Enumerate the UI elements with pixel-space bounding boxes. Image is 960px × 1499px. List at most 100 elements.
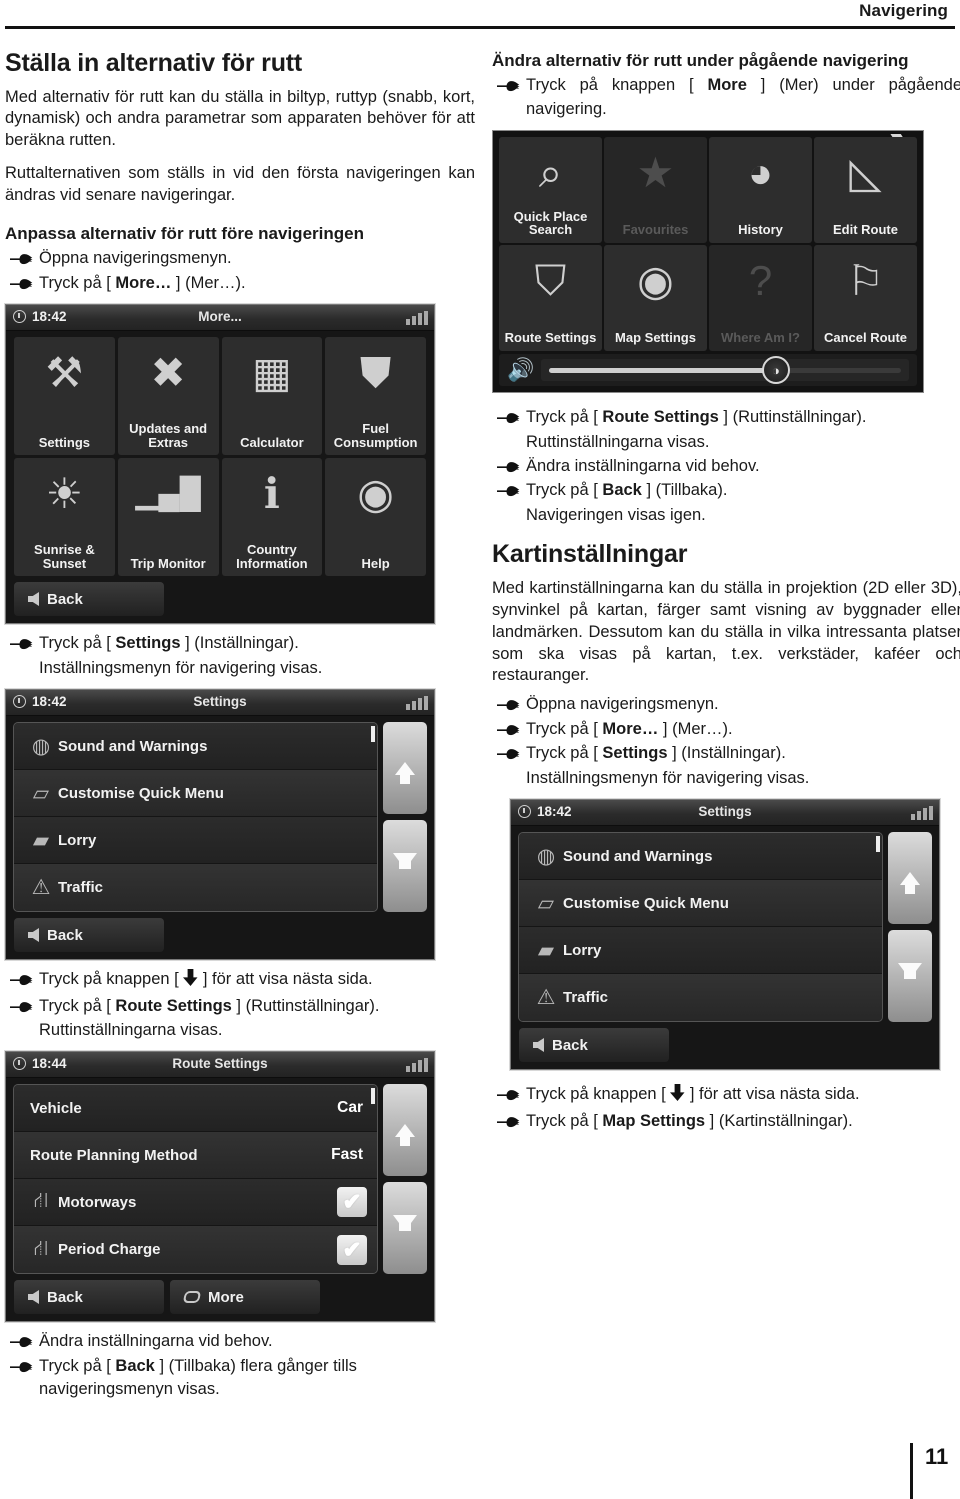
tile-map-settings[interactable]: ◉ Map Settings [604, 245, 707, 352]
step-press-more: Tryck på [ More… ] (Mer…). [5, 272, 475, 295]
list-item-route-planning-method[interactable]: Route Planning Method Fast [14, 1132, 377, 1180]
settings-bottom-bar: Back [511, 1024, 939, 1070]
back-button[interactable]: Back [14, 918, 164, 953]
list-item-motorways[interactable]: ⛙ Motorways ✔ [14, 1179, 377, 1227]
step-text-post: ] (Inställningar). [667, 744, 786, 763]
scroll-up-button[interactable] [888, 832, 932, 925]
back-button[interactable]: Back [14, 1280, 164, 1315]
page-title: Ställa in alternativ för rutt [5, 49, 303, 77]
screenshot-settings-menu-left: 18:42 Settings ◍ Sound and Warnings ▱ Cu… [5, 689, 435, 961]
list-item-lorry[interactable]: ▰ Lorry [519, 927, 882, 975]
tile-fuel-consumption[interactable]: ⛊ Fuel Consumption [325, 337, 426, 456]
volume-slider-handle[interactable]: ◑ [761, 356, 790, 385]
step-text-post: ] (Ruttinställningar). [718, 408, 867, 427]
step-text: Ändra inställningarna vid behov. [39, 1332, 273, 1351]
button-name-back: Back [115, 1356, 155, 1375]
tile-calculator[interactable]: ▦ Calculator [221, 337, 323, 456]
more-button[interactable]: More [170, 1280, 320, 1315]
tile-label: History [738, 222, 783, 238]
left-column: Ställa in alternativ för rutt Med altern… [5, 49, 475, 1403]
scroll-down-button[interactable] [383, 820, 427, 913]
step-result-text: Navigeringen visas igen. [526, 505, 706, 524]
device-title-bar: 18:42 Settings [6, 690, 434, 717]
step-press-more-right: Tryck på [ More… ] (Mer…). [492, 718, 960, 741]
tile-trip-monitor[interactable]: ▁▄█ Trip Monitor [117, 458, 219, 577]
map-eye-icon: ◉ [637, 257, 674, 305]
lightbulb-icon: ◉ [357, 470, 394, 518]
scroll-down-button[interactable] [383, 1182, 427, 1275]
tile-label: Updates and Extras [129, 421, 208, 450]
step-text: Tryck på [ More… ] (Mer…). [39, 272, 475, 295]
footer-rule [910, 1443, 913, 1499]
arrow-left-icon [28, 928, 39, 943]
step-text-post: ] (Tillbaka). [641, 481, 728, 500]
step-press-route-settings: Tryck på [ Route Settings ] (Ruttinställ… [5, 995, 475, 1018]
tile-label: Help [361, 555, 390, 571]
step-press-settings: Tryck på [ Settings ] (Inställningar). [5, 632, 475, 655]
volume-slider[interactable]: ◑ [541, 356, 909, 385]
list-item-label: Traffic [58, 879, 104, 897]
list-item-period-charge[interactable]: ⛙ Period Charge ✔ [14, 1226, 377, 1274]
list-item-traffic[interactable]: ⚠ Traffic [519, 974, 882, 1022]
back-button[interactable]: Back [14, 582, 164, 617]
pointing-hand-icon [5, 1330, 39, 1349]
screenshot-navigation-menu: ❯ ⌕ Quick Place Search ★ Favourites ◕ Hi… [492, 130, 924, 394]
tile-updates-and-extras[interactable]: ✖ Updates and Extras [117, 337, 219, 456]
check-icon: ✔ [342, 1236, 362, 1262]
speaker-volume-icon[interactable]: 🔊 [507, 359, 534, 381]
sun-clock-icon: ☀ [45, 470, 84, 518]
tile-sunrise-sunset[interactable]: ☀ Sunrise & Sunset [14, 458, 115, 577]
step-text-pre: Tryck på [ [39, 1356, 116, 1375]
button-name-back: Back [602, 481, 642, 500]
pointing-hand-icon [492, 455, 526, 474]
checkbox-checked[interactable]: ✔ [337, 1187, 367, 1218]
tile-route-settings[interactable]: ⛉ Route Settings [499, 245, 602, 352]
step-open-nav-menu-right: Öppna navigeringsmenyn. [492, 693, 960, 716]
scroll-buttons [383, 1084, 427, 1275]
speaker-icon: ◍ [536, 844, 556, 868]
step-text: Tryck på knappen [ ] för att visa nästa … [39, 968, 475, 993]
list-item-vehicle[interactable]: Vehicle Car [14, 1085, 377, 1133]
speaker-icon: ◍ [31, 734, 51, 758]
step-change-settings-right: Ändra inställningarna vid behov. [492, 455, 960, 478]
pointing-hand-icon [492, 406, 526, 425]
route-settings-list-area: Vehicle Car Route Planning Method Fast ⛙… [6, 1078, 434, 1277]
list-item-customise-quick-menu[interactable]: ▱ Customise Quick Menu [14, 770, 377, 818]
button-name-route-settings: Route Settings [115, 996, 232, 1015]
checkbox-checked[interactable]: ✔ [337, 1234, 367, 1265]
button-name-more: More… [115, 273, 172, 292]
list-item-sound-and-warnings[interactable]: ◍ Sound and Warnings [519, 833, 882, 881]
settings-list: ◍ Sound and Warnings ▱ Customise Quick M… [13, 722, 378, 913]
tile-help[interactable]: ◉ Help [325, 458, 426, 577]
list-item-sound-and-warnings[interactable]: ◍ Sound and Warnings [14, 723, 377, 771]
scroll-position-indicator [371, 1088, 375, 1105]
tile-edit-route[interactable]: ◺ Edit Route [814, 137, 917, 244]
list-item-customise-quick-menu[interactable]: ▱ Customise Quick Menu [519, 880, 882, 928]
back-button[interactable]: Back [519, 1028, 669, 1063]
device-title-bar: 18:42 More... [6, 305, 434, 332]
scroll-buttons [888, 832, 932, 1023]
tile-cancel-route[interactable]: ⚐ Cancel Route [814, 245, 917, 352]
step-text: Tryck på [ Route Settings ] (Ruttinställ… [39, 995, 475, 1018]
pointing-hand-icon [492, 1083, 526, 1102]
tile-label: Trip Monitor [130, 555, 206, 571]
button-name-route-settings: Route Settings [602, 408, 719, 427]
calculator-icon: ▦ [252, 349, 292, 397]
tile-favourites: ★ Favourites [604, 137, 707, 244]
tile-country-information[interactable]: ℹ Country Information [221, 458, 323, 577]
list-item-lorry[interactable]: ▰ Lorry [14, 817, 377, 865]
tile-label: Map Settings [615, 330, 696, 346]
scroll-down-button[interactable] [888, 930, 932, 1023]
scroll-up-button[interactable] [383, 1084, 427, 1177]
list-item-traffic[interactable]: ⚠ Traffic [14, 864, 377, 912]
scroll-up-button[interactable] [383, 722, 427, 815]
tile-history[interactable]: ◕ History [709, 137, 812, 244]
signal-bars-icon [406, 311, 428, 326]
tile-quick-place-search[interactable]: ⌕ Quick Place Search [499, 137, 602, 244]
pointing-hand-icon [492, 74, 526, 93]
tile-settings[interactable]: ⚒ Settings [14, 337, 115, 456]
star-icon: ★ [636, 149, 675, 197]
volume-tray: 🔊 ◑ [499, 354, 917, 387]
lorry-icon: ▰ [537, 938, 555, 962]
arrow-up-icon [900, 871, 920, 894]
